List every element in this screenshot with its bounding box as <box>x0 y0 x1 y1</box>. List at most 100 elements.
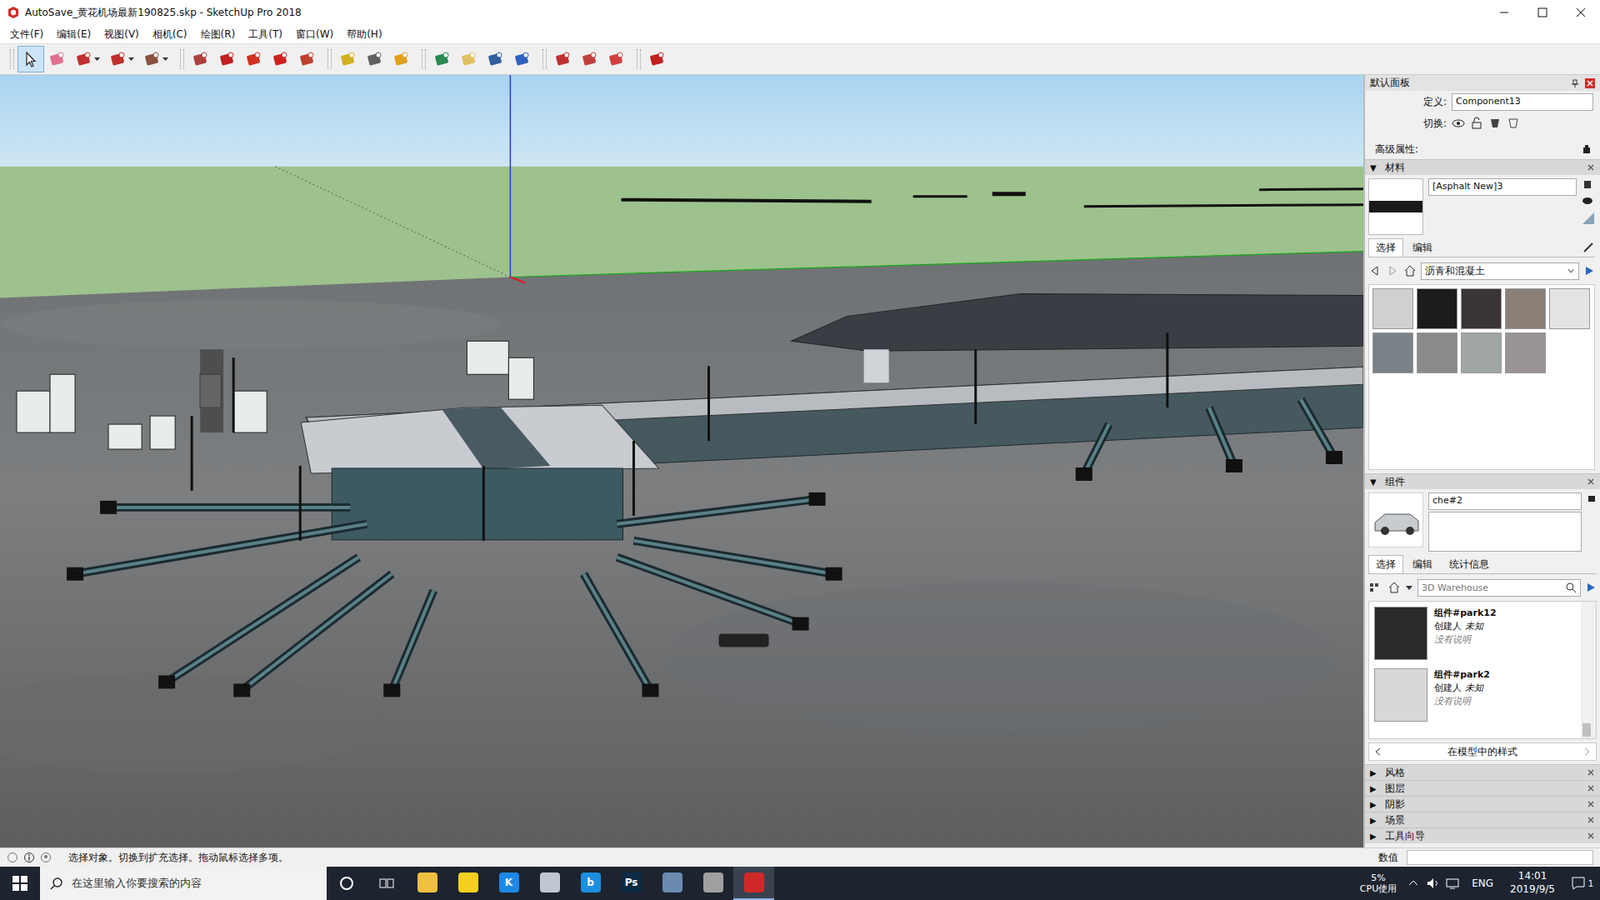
component-item[interactable]: 组件#park12 创建人 未知 没有说明 <box>1374 606 1576 660</box>
menu-item[interactable]: 视图(V) <box>97 25 146 44</box>
volume-icon[interactable] <box>1423 875 1444 892</box>
menu-item[interactable]: 相机(C) <box>145 25 195 44</box>
taskbar-app[interactable]: K <box>488 866 530 900</box>
list-scrollbar[interactable] <box>1580 601 1596 739</box>
back-icon[interactable] <box>1372 745 1385 758</box>
tool-button[interactable] <box>550 45 577 73</box>
taskbar-app[interactable] <box>651 866 693 900</box>
taskbar-app[interactable]: Ps <box>610 866 652 900</box>
section-close-icon[interactable] <box>1586 768 1595 777</box>
section-close-icon[interactable] <box>1586 477 1595 486</box>
start-button[interactable] <box>0 866 40 900</box>
model-viewport[interactable] <box>0 75 1365 848</box>
tool-button[interactable] <box>139 45 174 73</box>
material-swatch[interactable] <box>1460 288 1502 330</box>
tool-button[interactable] <box>214 45 241 73</box>
section-close-icon[interactable] <box>1586 163 1595 172</box>
taskbar-app[interactable] <box>692 866 734 900</box>
chevron-down-icon[interactable] <box>1405 580 1414 595</box>
expand-icon[interactable] <box>1586 492 1597 503</box>
default-material-icon[interactable] <box>1581 211 1595 225</box>
section-toggle[interactable]: ▶ <box>1370 831 1380 841</box>
task-view-button[interactable] <box>366 866 407 900</box>
info-icon[interactable] <box>23 851 35 864</box>
section-toggle[interactable]: ▼ <box>1370 477 1380 487</box>
material-swatch[interactable] <box>1372 332 1414 374</box>
collapsed-section-header[interactable]: ▶ 图层 <box>1365 780 1600 796</box>
minimize-icon[interactable] <box>1485 0 1524 25</box>
tool-button[interactable] <box>335 45 362 73</box>
taskbar-app[interactable] <box>529 866 570 900</box>
materials-header[interactable]: ▼ 材料 <box>1365 159 1600 175</box>
home-icon[interactable] <box>1387 580 1401 595</box>
taskbar-search[interactable]: 在这里输入你要搜索的内容 <box>40 866 327 900</box>
section-toggle[interactable]: ▶ <box>1370 815 1380 825</box>
airport-model-scene[interactable] <box>0 75 1364 848</box>
section-toggle[interactable]: ▶ <box>1370 800 1380 810</box>
shadow-receive-icon[interactable] <box>1488 116 1502 130</box>
dropdown-arrow-icon[interactable] <box>127 50 135 69</box>
taskbar-app[interactable] <box>447 866 489 900</box>
tool-button[interactable] <box>455 45 483 73</box>
tool-button[interactable] <box>576 45 604 73</box>
tool-button[interactable] <box>70 45 105 73</box>
tab[interactable]: 编辑 <box>1405 555 1440 574</box>
tool-button[interactable] <box>603 45 630 73</box>
home-icon[interactable] <box>1403 264 1417 278</box>
toolbar-grip[interactable] <box>542 49 547 70</box>
tool-button[interactable] <box>509 45 536 73</box>
maximize-icon[interactable] <box>1523 0 1562 25</box>
network-icon[interactable] <box>1443 875 1464 892</box>
tool-button[interactable] <box>187 45 215 73</box>
taskbar-app[interactable]: b <box>570 866 611 900</box>
section-close-icon[interactable] <box>1586 815 1595 825</box>
definition-field[interactable]: Component13 <box>1451 93 1594 111</box>
section-close-icon[interactable] <box>1586 784 1595 793</box>
tool-button[interactable] <box>267 45 295 73</box>
shadow-cast-icon[interactable] <box>1506 116 1520 130</box>
show-hidden-icons-icon[interactable] <box>1403 875 1424 892</box>
close-icon[interactable] <box>1561 0 1600 25</box>
component-name-field[interactable]: che#2 <box>1428 492 1582 510</box>
eye-icon[interactable] <box>1451 116 1465 130</box>
section-close-icon[interactable] <box>1586 831 1595 840</box>
pin-icon[interactable] <box>1570 78 1580 89</box>
toolbar-grip[interactable] <box>421 49 426 70</box>
geo-location-icon[interactable] <box>6 851 19 864</box>
collapsed-section-header[interactable]: ▶ 阴影 <box>1365 795 1600 812</box>
new-material-icon[interactable] <box>1581 178 1594 190</box>
eyedropper-icon[interactable] <box>1581 240 1595 255</box>
section-toggle[interactable]: ▼ <box>1370 163 1380 173</box>
section-toggle[interactable]: ▶ <box>1370 784 1380 794</box>
menu-item[interactable]: 帮助(H) <box>340 25 389 44</box>
component-description-field[interactable] <box>1428 511 1582 552</box>
expand-icon[interactable] <box>1581 144 1592 155</box>
taskbar-app[interactable] <box>733 866 775 900</box>
material-swatch[interactable] <box>1372 288 1414 330</box>
toolbar-grip[interactable] <box>180 49 185 70</box>
tool-button[interactable] <box>361 45 389 73</box>
tool-button[interactable] <box>482 45 510 73</box>
material-swatch[interactable] <box>1549 288 1590 330</box>
back-icon[interactable] <box>1368 264 1382 278</box>
components-header[interactable]: ▼ 组件 <box>1365 473 1600 490</box>
taskbar-app[interactable] <box>406 866 448 900</box>
dropdown-arrow-icon[interactable] <box>93 50 101 69</box>
input-language[interactable]: ENG <box>1463 877 1502 890</box>
tool-button[interactable] <box>388 45 415 73</box>
measurements-field[interactable] <box>1406 850 1594 865</box>
menu-item[interactable]: 工具(T) <box>241 25 290 44</box>
material-name-field[interactable]: [Asphalt New]3 <box>1428 178 1577 196</box>
cpu-meter[interactable]: 5% CPU使用 <box>1353 872 1404 895</box>
tool-button[interactable] <box>644 45 671 73</box>
notification-button[interactable]: 1 <box>1563 866 1600 900</box>
library-dropdown[interactable]: 沥青和混凝土 <box>1420 262 1580 280</box>
tray-close-icon[interactable] <box>1585 78 1595 89</box>
clock[interactable]: 14:01 2019/9/5 <box>1501 870 1564 896</box>
model-components-label[interactable]: 在模型中的样式 <box>1384 745 1581 760</box>
tab[interactable]: 选择 <box>1368 555 1404 574</box>
forward-icon[interactable] <box>1580 745 1593 758</box>
lock-icon[interactable] <box>1470 116 1484 130</box>
warehouse-search-field[interactable]: 3D Warehouse <box>1417 579 1581 597</box>
tool-button[interactable] <box>44 45 71 73</box>
